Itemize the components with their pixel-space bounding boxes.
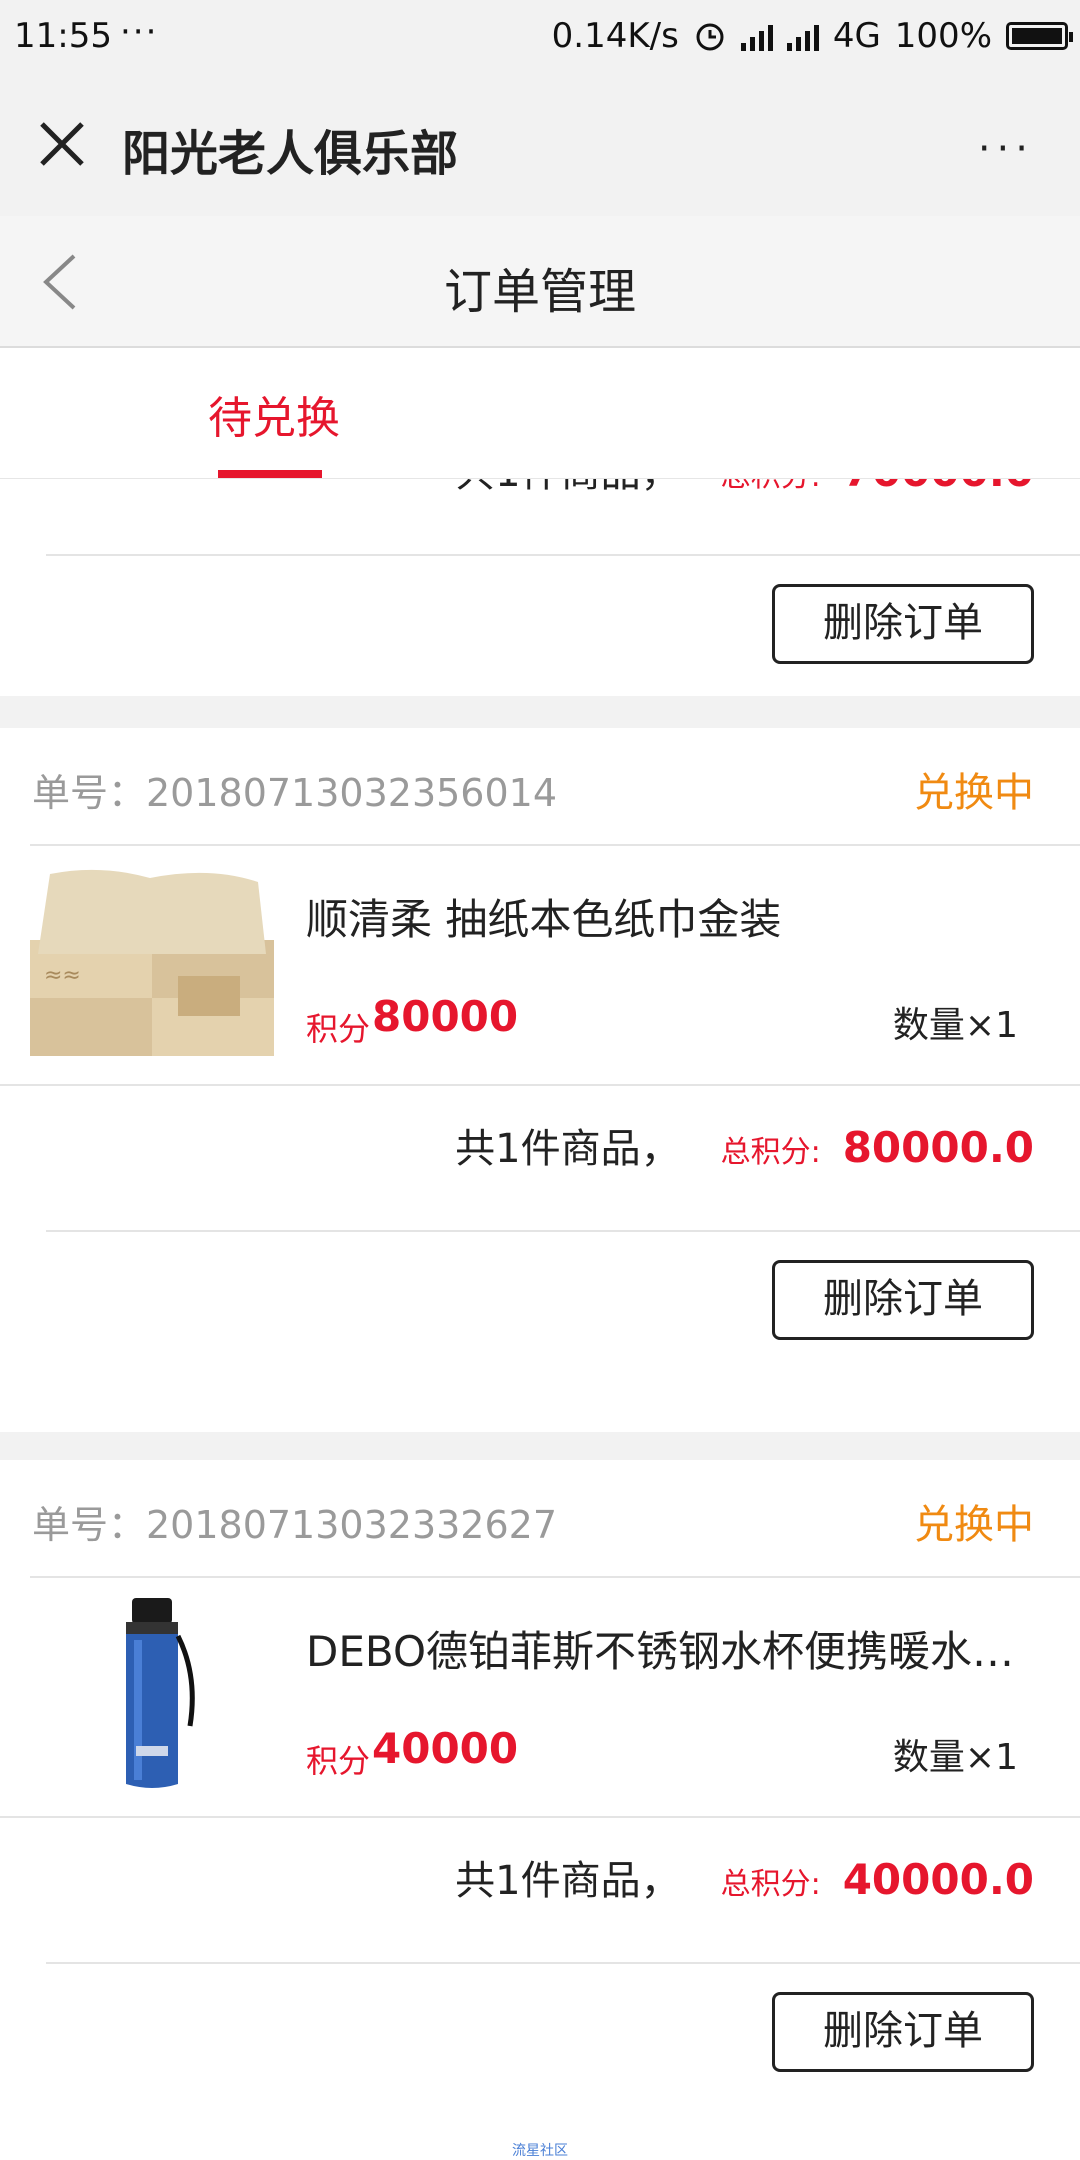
- water-bottle-image[interactable]: [30, 1596, 274, 1792]
- order-status: 兑换中: [914, 770, 1034, 816]
- alarm-icon: [696, 23, 724, 51]
- order-number: 单号：20180713032332627: [32, 1503, 558, 1547]
- status-more-dots: ···: [120, 12, 159, 52]
- item-count: 共1件商品，: [455, 1858, 681, 1904]
- total-points-label: 总积分:: [721, 478, 821, 495]
- total-points-label: 总积分:: [720, 1867, 821, 1902]
- app-title: 阳光老人俱乐部: [122, 126, 459, 182]
- order-summary: 共1件商品， 总积分: 80000.0: [455, 1116, 1034, 1174]
- divider: [30, 844, 1080, 846]
- watermark: 流星社区: [512, 2143, 568, 2159]
- points-label: 积分: [306, 1742, 371, 1780]
- tab-active-indicator: [218, 470, 322, 478]
- page-title: 订单管理: [443, 264, 636, 320]
- delete-order-button[interactable]: 删除订单: [772, 584, 1034, 664]
- close-icon[interactable]: [34, 116, 90, 172]
- item-count: 共1件商品，: [455, 478, 680, 498]
- quantity: 数量×1: [892, 1005, 1018, 1046]
- total-points-value: 80000.0: [842, 1123, 1034, 1172]
- order-list[interactable]: 共1件商品， 总积分: 70000.0 删除订单 单号：201807130323…: [0, 478, 1080, 2160]
- signal-icon: [740, 21, 773, 51]
- battery-icon: [1006, 22, 1073, 50]
- tab-bar: 待兑换: [0, 348, 1080, 479]
- order-header: 单号：20180713032356014 兑换中: [0, 728, 1080, 846]
- divider: [0, 1084, 1080, 1086]
- order-header: 单号：20180713032332627 兑换中: [0, 1460, 1080, 1578]
- more-menu-button[interactable]: ···: [978, 126, 1034, 172]
- points-value: 80000: [372, 992, 519, 1041]
- total-points-value: 40000.0: [842, 1855, 1034, 1904]
- order-card: 单号：20180713032332627 兑换中 DEBO德铂菲斯不锈钢水杯便携…: [0, 1460, 1080, 2160]
- order-card: 单号：20180713032356014 兑换中 ≈≈ 顺清柔 抽纸本色纸巾金装…: [0, 728, 1080, 1432]
- signal-4g-icon: [786, 21, 819, 51]
- order-summary: 共1件商品， 总积分: 70000.0: [455, 478, 1034, 498]
- order-summary: 共1件商品， 总积分: 40000.0: [455, 1848, 1034, 1906]
- nav-bar: 订单管理: [0, 216, 1080, 348]
- battery-percent: 100%: [894, 16, 992, 56]
- points-value: 40000: [372, 1724, 519, 1773]
- quantity: 数量×1: [892, 1737, 1018, 1778]
- tissue-box-image[interactable]: ≈≈: [30, 864, 274, 1060]
- product-name[interactable]: DEBO德铂菲斯不锈钢水杯便携暖水杯D...: [306, 1618, 1056, 1679]
- total-points-value: 70000.0: [843, 478, 1034, 496]
- title-bar: 阳光老人俱乐部 ···: [0, 76, 1080, 217]
- item-count: 共1件商品，: [455, 1126, 681, 1172]
- divider: [46, 1962, 1080, 1964]
- order-status: 兑换中: [914, 1502, 1034, 1548]
- total-points-label: 总积分:: [720, 1135, 821, 1170]
- divider: [46, 1230, 1080, 1232]
- points-label: 积分: [306, 1010, 371, 1048]
- divider: [46, 554, 1080, 556]
- divider: [0, 1816, 1080, 1818]
- divider: [30, 1576, 1080, 1578]
- status-right: 0.14K/s 4G 100%: [551, 16, 1073, 56]
- delete-order-button[interactable]: 删除订单: [772, 1992, 1034, 2072]
- network-type: 4G: [832, 16, 881, 56]
- order-number: 单号：20180713032356014: [32, 771, 558, 815]
- delete-order-button[interactable]: 删除订单: [772, 1260, 1034, 1340]
- svg-text:≈≈: ≈≈: [44, 963, 81, 988]
- order-card: 共1件商品， 总积分: 70000.0 删除订单: [0, 478, 1080, 696]
- status-bar: 11:55 ··· 0.14K/s 4G 100%: [0, 0, 1080, 76]
- status-time: 11:55: [14, 16, 112, 56]
- network-speed: 0.14K/s: [551, 16, 679, 56]
- tab-pending-exchange[interactable]: 待兑换: [208, 382, 340, 446]
- product-name[interactable]: 顺清柔 抽纸本色纸巾金装: [306, 886, 1056, 947]
